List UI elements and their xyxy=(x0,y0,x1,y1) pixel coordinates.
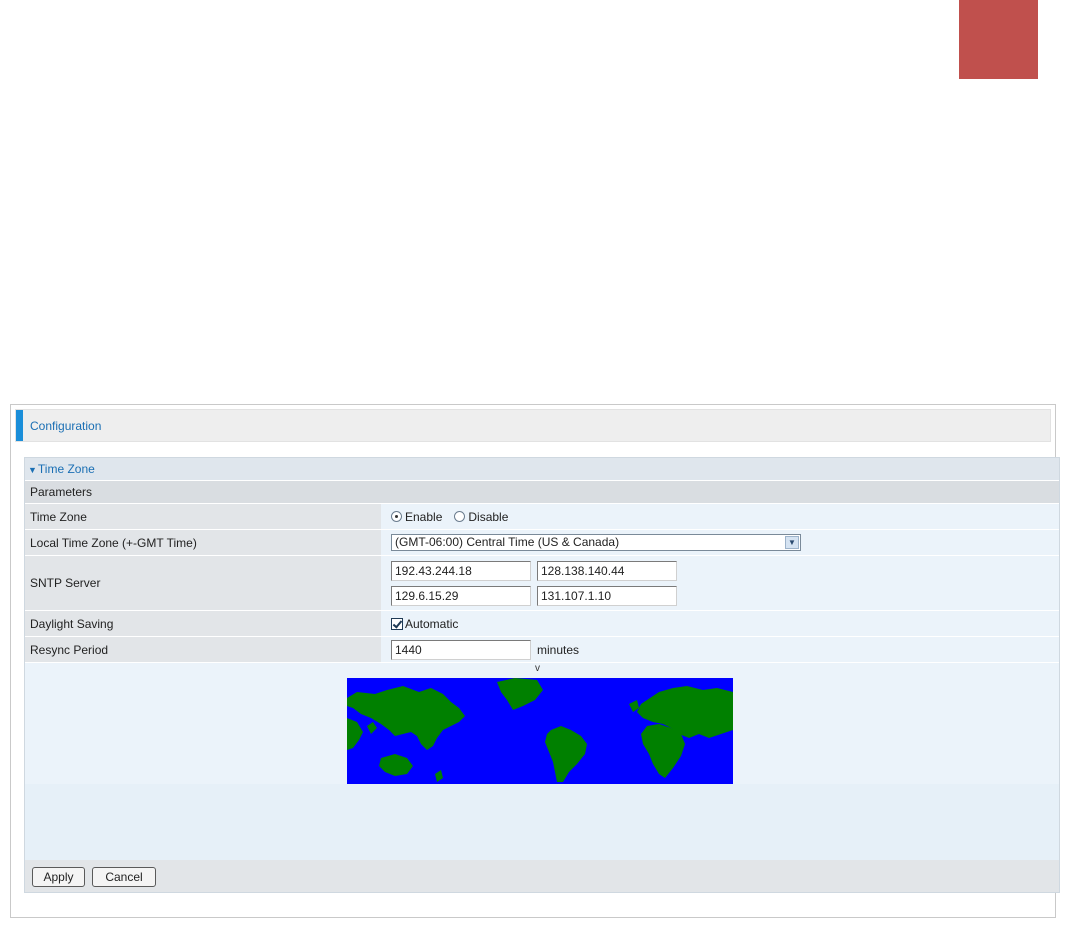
map-land-new-zealand xyxy=(435,770,443,782)
automatic-checkbox[interactable] xyxy=(391,617,403,630)
time-zone-panel-header[interactable]: ▼Time Zone xyxy=(25,458,1059,481)
map-land-australia xyxy=(379,754,413,776)
resync-period-value: 1440 minutes xyxy=(381,637,1059,662)
chevron-down-icon[interactable]: ▼ xyxy=(785,536,799,549)
sntp-server-1-input[interactable]: 192.43.244.18 xyxy=(391,560,531,581)
map-land-north-america xyxy=(347,686,465,750)
daylight-saving-label: Daylight Saving xyxy=(25,611,381,636)
action-bar: Apply Cancel xyxy=(25,860,1059,892)
local-time-zone-select[interactable]: (GMT-06:00) Central Time (US & Canada) ▼ xyxy=(391,534,801,551)
daylight-saving-row: Daylight Saving Automatic xyxy=(25,611,1059,637)
automatic-checkbox-label[interactable]: Automatic xyxy=(405,617,458,631)
time-zone-value: Enable Disable xyxy=(381,504,1059,529)
resync-period-input[interactable]: 1440 xyxy=(391,639,531,660)
resync-period-label: Resync Period xyxy=(25,637,381,662)
header-accent-bar xyxy=(16,410,23,441)
parameters-section-title: Parameters xyxy=(25,481,1059,504)
sntp-server-3-input[interactable]: 129.6.15.29 xyxy=(391,585,531,606)
enable-radio-label[interactable]: Enable xyxy=(405,510,442,524)
collapse-triangle-icon: ▼ xyxy=(28,465,37,475)
map-land-eastern-asia-left xyxy=(347,718,363,750)
apply-button[interactable]: Apply xyxy=(32,867,85,887)
disable-radio[interactable] xyxy=(454,511,466,522)
sntp-server-label: SNTP Server xyxy=(25,556,381,610)
sntp-server-line-1: 192.43.244.18 128.138.140.44 xyxy=(391,560,677,581)
cancel-button[interactable]: Cancel xyxy=(92,867,156,887)
decorative-red-block xyxy=(959,0,1038,79)
map-position-marker: v xyxy=(535,663,540,674)
sntp-server-row: SNTP Server 192.43.244.18 128.138.140.44… xyxy=(25,556,1059,611)
world-map xyxy=(347,678,733,784)
local-time-zone-selected-text: (GMT-06:00) Central Time (US & Canada) xyxy=(395,535,620,549)
map-land-greenland xyxy=(497,678,543,710)
sntp-server-value: 192.43.244.18 128.138.140.44 129.6.15.29… xyxy=(381,556,1059,610)
sntp-server-2-input[interactable]: 128.138.140.44 xyxy=(537,560,677,581)
page-title: Configuration xyxy=(30,419,102,433)
time-zone-panel: ▼Time Zone Parameters Time Zone Enable D… xyxy=(24,457,1060,893)
map-land-south-america xyxy=(545,726,587,782)
disable-radio-label[interactable]: Disable xyxy=(468,510,508,524)
sntp-server-fields: 192.43.244.18 128.138.140.44 129.6.15.29… xyxy=(391,560,677,606)
map-land-british-isles xyxy=(629,700,639,712)
panel-title: Time Zone xyxy=(37,462,95,476)
sntp-server-4-input[interactable]: 131.107.1.10 xyxy=(537,585,677,606)
enable-radio[interactable] xyxy=(391,511,402,522)
map-land-japan xyxy=(367,722,377,734)
time-zone-row: Time Zone Enable Disable xyxy=(25,504,1059,530)
daylight-saving-value: Automatic xyxy=(381,611,1059,636)
local-time-zone-row: Local Time Zone (+-GMT Time) (GMT-06:00)… xyxy=(25,530,1059,556)
resync-unit-label: minutes xyxy=(537,642,580,657)
local-time-zone-value: (GMT-06:00) Central Time (US & Canada) ▼ xyxy=(381,530,1059,555)
configuration-header: Configuration xyxy=(15,409,1051,442)
time-zone-map-area: v xyxy=(25,663,1059,784)
configuration-container: Configuration ▼Time Zone Parameters Time… xyxy=(10,404,1060,918)
time-zone-label: Time Zone xyxy=(25,504,381,529)
world-map-graphic xyxy=(347,678,733,782)
resync-period-row: Resync Period 1440 minutes xyxy=(25,637,1059,663)
sntp-server-line-2: 129.6.15.29 131.107.1.10 xyxy=(391,585,677,606)
local-time-zone-label: Local Time Zone (+-GMT Time) xyxy=(25,530,381,555)
